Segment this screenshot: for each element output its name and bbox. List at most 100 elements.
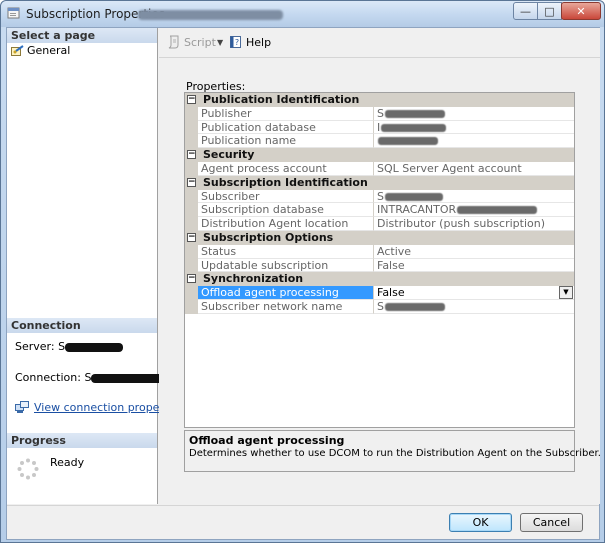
property-value[interactable]: False (374, 259, 574, 273)
category-gutter: − (185, 93, 198, 107)
collapse-icon[interactable]: − (187, 233, 196, 242)
property-row[interactable]: Publication name (185, 134, 574, 149)
property-value[interactable]: False ▼ (374, 286, 574, 300)
script-button[interactable]: Script (167, 35, 216, 49)
category-gutter: − (185, 175, 198, 190)
script-dropdown-chevron-icon[interactable]: ▼ (217, 38, 223, 47)
property-row[interactable]: Offload agent processing False ▼ (185, 286, 574, 300)
redacted-value (384, 303, 445, 311)
property-name[interactable]: Publication name (198, 134, 374, 149)
property-name[interactable]: Subscriber network name (198, 300, 374, 314)
svg-text:?: ? (235, 38, 239, 47)
left-pane: Select a page General Connection Server:… (7, 28, 184, 504)
property-name[interactable]: Updatable subscription (198, 258, 374, 273)
select-page-header: Select a page (7, 28, 157, 43)
property-gutter (185, 134, 198, 149)
property-row[interactable]: Subscription database INTRACANTOR (185, 203, 574, 218)
button-bar: OK Cancel (7, 505, 599, 539)
page-item-general[interactable]: General (11, 44, 70, 57)
property-value-text: I (377, 120, 381, 134)
ok-button[interactable]: OK (449, 513, 512, 532)
category-row[interactable]: − Publication Identification (185, 93, 574, 107)
property-gutter (185, 189, 198, 204)
property-gutter (185, 286, 198, 300)
property-value[interactable]: INTRACANTOR (374, 203, 574, 218)
property-name[interactable]: Publisher (198, 106, 374, 121)
property-value-text: S (377, 300, 384, 313)
property-gutter (185, 203, 198, 218)
category-row[interactable]: − Security (185, 148, 574, 162)
property-name[interactable]: Status (198, 244, 374, 259)
property-name[interactable]: Subscription database (198, 203, 374, 218)
page-item-label: General (27, 44, 71, 57)
property-row[interactable]: Agent process account SQL Server Agent ac… (185, 162, 574, 176)
property-value[interactable]: Active (374, 245, 574, 259)
property-value[interactable]: S (374, 107, 574, 121)
category-label: Subscription Identification (203, 175, 368, 189)
property-value-text: Distributor (push subscription) (377, 217, 545, 231)
minimize-button[interactable]: — (513, 2, 538, 20)
property-value-text: Active (377, 244, 412, 258)
property-row[interactable]: Status Active (185, 244, 574, 259)
close-button[interactable]: ✕ (561, 2, 601, 20)
connection-properties-icon (15, 401, 29, 413)
category-row[interactable]: − Subscription Options (185, 231, 574, 245)
property-row[interactable]: Publication database I (185, 120, 574, 135)
help-button[interactable]: ? Help (229, 35, 271, 49)
server-label: Server: S (15, 340, 66, 353)
property-gutter (185, 106, 198, 121)
category-label: Publication Identification (203, 93, 360, 106)
property-value[interactable] (374, 134, 574, 149)
property-row[interactable]: Subscriber network name S (185, 300, 574, 314)
property-name[interactable]: Publication database (198, 120, 374, 135)
general-page-icon (11, 44, 24, 56)
script-icon (168, 35, 179, 49)
description-text: Determines whether to use DCOM to run th… (189, 448, 601, 459)
property-row[interactable]: Distribution Agent location Distributor (… (185, 217, 574, 231)
property-gutter (185, 244, 198, 259)
property-value-text: False (377, 258, 405, 272)
property-grid[interactable]: − Publication Identification Publisher S Pub… (184, 92, 575, 428)
maximize-button[interactable]: □ (537, 2, 562, 20)
category-row[interactable]: − Synchronization (185, 272, 574, 287)
title-bar[interactable]: Subscription Properties - — □ ✕ (1, 1, 604, 27)
help-icon: ? (230, 36, 241, 48)
category-label: Subscription Options (203, 231, 334, 244)
property-name[interactable]: Agent process account (198, 162, 374, 176)
property-value[interactable]: S (374, 300, 574, 314)
cancel-button[interactable]: Cancel (520, 513, 583, 532)
property-name[interactable]: Subscriber (198, 189, 374, 204)
property-row[interactable]: Publisher S (185, 106, 574, 121)
connection-redacted (91, 373, 164, 383)
property-gutter (185, 258, 198, 273)
property-row[interactable]: Subscriber S (185, 189, 574, 204)
property-row[interactable]: Updatable subscription False (185, 258, 574, 273)
property-value-text: INTRACANTOR (377, 203, 457, 217)
collapse-icon[interactable]: − (187, 274, 196, 284)
server-line: Server: S (15, 340, 124, 353)
collapse-icon[interactable]: − (187, 150, 196, 160)
property-value[interactable]: S (374, 190, 574, 204)
redacted-value (457, 206, 538, 215)
property-name[interactable]: Distribution Agent location (198, 217, 374, 231)
value-dropdown-chevron-icon[interactable]: ▼ (559, 286, 573, 299)
property-value[interactable]: I (374, 121, 574, 135)
category-row[interactable]: − Subscription Identification (185, 175, 574, 190)
property-value[interactable]: Distributor (push subscription) (374, 217, 574, 231)
toolbar: Script ▼ ? Help (159, 28, 600, 58)
property-value-text: SQL Server Agent account (377, 162, 522, 175)
title-redacted-server (138, 10, 283, 20)
dialog-client-area: Select a page General Connection Server:… (6, 27, 601, 540)
property-gutter (185, 120, 198, 135)
progress-spinner-icon (17, 458, 39, 480)
server-redacted (65, 342, 124, 352)
property-value[interactable]: SQL Server Agent account (374, 162, 574, 176)
collapse-icon[interactable]: − (187, 177, 196, 187)
property-value-text: False (377, 286, 405, 300)
category-label: Security (203, 148, 255, 162)
collapse-icon[interactable]: − (187, 95, 196, 104)
script-label: Script (184, 35, 216, 49)
property-value-text: S (377, 189, 384, 203)
subscription-properties-window: Subscription Properties - — □ ✕ Select a… (0, 0, 605, 543)
property-name[interactable]: Offload agent processing (198, 286, 374, 300)
